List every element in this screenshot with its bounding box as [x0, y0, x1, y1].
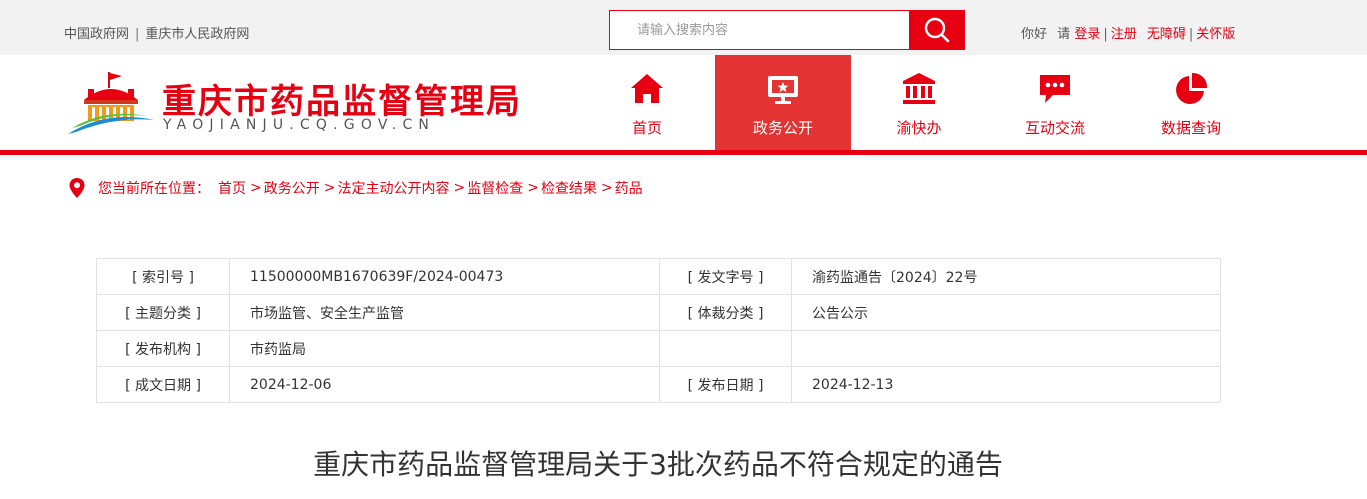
register-link[interactable]: 注册 — [1111, 27, 1137, 42]
nav-home[interactable]: 首页 — [579, 55, 715, 150]
nav-label: 首页 — [631, 119, 662, 137]
table-row: [ 索引号 ] 11500000MB1670639F/2024-00473 [ … — [96, 258, 1221, 295]
breadcrumb-home[interactable]: 首页 — [218, 178, 246, 198]
search-button[interactable] — [909, 11, 964, 49]
nav-interaction[interactable]: 互动交流 — [987, 55, 1123, 150]
breadcrumb-government-affairs[interactable]: 政务公开 — [264, 178, 320, 198]
org-value: 市药监局 — [229, 330, 660, 367]
breadcrumb-separator: > — [453, 180, 466, 196]
monitor-icon — [768, 76, 798, 104]
divider: | — [1188, 27, 1194, 42]
site-title[interactable]: 重庆市药品监督管理局 — [162, 74, 522, 123]
org-label: [ 发布机构 ] — [96, 330, 230, 367]
user-links: 你好 请 登录 | 注册 无障碍 | 关怀版 — [1021, 23, 1235, 42]
nav-label: 数据查询 — [1160, 119, 1221, 137]
genre-label: [ 体裁分类 ] — [659, 294, 792, 331]
nav-label: 渝快办 — [896, 119, 942, 137]
nav-label: 政务公开 — [752, 119, 813, 137]
login-link[interactable]: 登录 — [1074, 27, 1100, 42]
publish-date-label: [ 发布日期 ] — [659, 366, 792, 403]
home-icon — [631, 74, 663, 103]
table-row: [ 成文日期 ] 2024-12-06 [ 发布日期 ] 2024-12-13 — [96, 366, 1221, 403]
breadcrumb-separator: > — [600, 180, 613, 196]
breadcrumb-separator: > — [527, 180, 539, 196]
breadcrumb-statutory-disclosure[interactable]: 法定主动公开内容 — [337, 178, 449, 198]
table-row: [ 主题分类 ] 市场监管、安全生产监管 [ 体裁分类 ] 公告公示 — [96, 294, 1221, 331]
divider: | — [1103, 27, 1108, 42]
breadcrumb-drugs[interactable]: 药品 — [615, 178, 643, 198]
gov-link-central[interactable]: 中国政府网 — [64, 27, 129, 42]
location-pin-icon — [69, 178, 85, 198]
breadcrumb-separator: > — [323, 180, 336, 196]
accessibility-link[interactable]: 无障碍 — [1147, 27, 1186, 42]
written-date-label: [ 成文日期 ] — [96, 366, 230, 403]
index-value: 11500000MB1670639F/2024-00473 — [229, 258, 660, 295]
empty-cell — [791, 330, 1221, 367]
written-date-value: 2024-12-06 — [229, 366, 660, 403]
breadcrumb-separator: > — [250, 180, 262, 196]
search-input[interactable] — [610, 11, 910, 49]
nav-data-query[interactable]: 数据查询 — [1123, 55, 1259, 150]
docno-label: [ 发文字号 ] — [659, 258, 792, 295]
care-mode-link[interactable]: 关怀版 — [1196, 27, 1235, 42]
search-icon — [924, 17, 949, 43]
table-row: [ 发布机构 ] 市药监局 — [96, 330, 1221, 367]
breadcrumb-supervision[interactable]: 监督检查 — [467, 178, 523, 198]
topic-value: 市场监管、安全生产监管 — [229, 294, 660, 331]
breadcrumb-inspection-results[interactable]: 检查结果 — [541, 178, 597, 198]
document-metadata-table: [ 索引号 ] 11500000MB1670639F/2024-00473 [ … — [96, 258, 1221, 403]
search-box — [609, 10, 965, 50]
docno-value: 渝药监通告〔2024〕22号 — [791, 258, 1221, 295]
bank-icon — [903, 73, 935, 104]
nav-label: 互动交流 — [1024, 119, 1085, 137]
breadcrumb-lead: 您当前所在位置： — [98, 181, 210, 197]
topic-label: [ 主题分类 ] — [96, 294, 230, 331]
chat-icon — [1040, 75, 1070, 103]
document-title: 重庆市药品监督管理局关于3批次药品不符合规定的通告 — [313, 448, 1003, 481]
empty-cell — [659, 330, 792, 367]
breadcrumb: 您当前所在位置： 首页 > 政务公开 > 法定主动公开内容 > 监督检查 > 检… — [68, 177, 643, 199]
pie-chart-icon — [1176, 72, 1208, 104]
divider: | — [135, 27, 140, 42]
top-bar: 中国政府网|重庆市人民政府网 你好 请 登录|注册 无障碍|关怀版 — [0, 0, 1367, 55]
nav-yukuaiban[interactable]: 渝快办 — [851, 55, 987, 150]
site-logo-icon[interactable] — [66, 70, 156, 136]
please-text: 请 — [1057, 27, 1071, 42]
gov-links: 中国政府网 | 重庆市人民政府网 — [64, 23, 249, 42]
greeting-text: 你好 — [1021, 27, 1048, 42]
gov-link-chongqing[interactable]: 重庆市人民政府网 — [145, 27, 249, 42]
index-label: [ 索引号 ] — [96, 258, 230, 295]
site-domain: YAOJIANJU.CQ.GOV.CN — [163, 117, 436, 133]
genre-value: 公告公示 — [791, 294, 1221, 331]
nav-government-affairs[interactable]: 政务公开 — [715, 55, 851, 150]
header-divider — [0, 150, 1367, 155]
publish-date-value: 2024-12-13 — [791, 366, 1221, 403]
